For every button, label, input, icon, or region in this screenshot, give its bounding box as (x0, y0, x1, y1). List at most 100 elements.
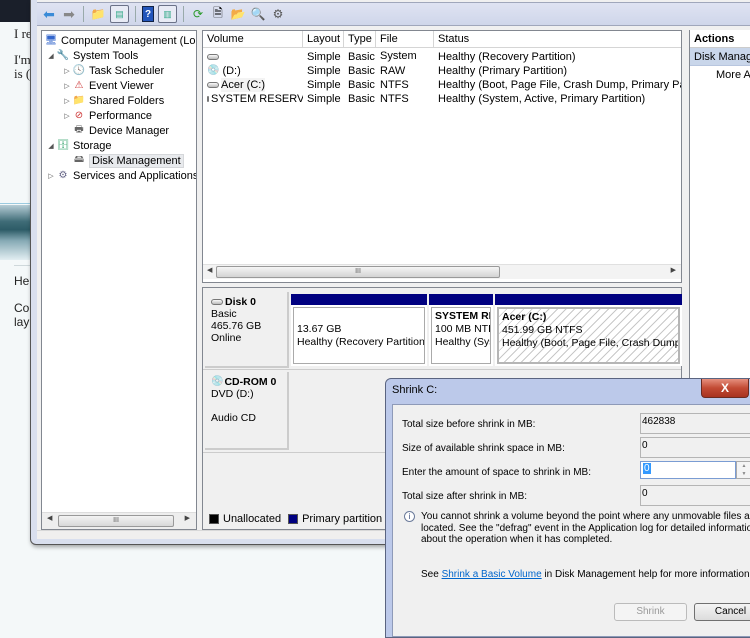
expand-icon[interactable]: ▷ (62, 67, 72, 75)
volume-list-horizontal-scrollbar[interactable]: ◀ III ▶ (203, 264, 681, 279)
tree-item-label: Computer Management (Local (61, 34, 197, 47)
disk-management-icon: 🖴 (73, 154, 85, 165)
help-suffix: in Disk Management help for more informa… (541, 569, 750, 580)
show-hide-action-pane-icon[interactable]: ▥ (158, 5, 177, 23)
back-arrow-icon[interactable]: ⬅ (41, 6, 57, 22)
settings-icon[interactable]: ⚙ (270, 6, 286, 22)
volume-status: Healthy (Recovery Partition) (438, 51, 576, 63)
services-icon: ⚙ (58, 170, 68, 181)
expand-icon[interactable]: ▷ (62, 97, 72, 105)
volume-file-system (376, 50, 434, 64)
volume-disk-icon (207, 96, 209, 102)
tree-item-task-scheduler[interactable]: ▷ 🕓 Task Scheduler (62, 63, 164, 78)
collapse-icon[interactable]: ◢ (46, 142, 56, 150)
forward-arrow-icon[interactable]: ➡ (61, 6, 77, 22)
disk-name: Disk 0 (225, 296, 256, 308)
partition-size: 100 MB NTF (435, 323, 491, 335)
spin-down-icon[interactable]: ▼ (737, 470, 750, 478)
table-row[interactable]: SYSTEM RESERVED Simple Basic NTFS Health… (203, 92, 681, 106)
partition-status: Healthy (Recovery Partition) (297, 336, 425, 348)
toolbar: ⬅ ➡ 📁 ▤ ? ▥ ⟳ 🗎 📂 🔍 ⚙ (37, 2, 750, 26)
scroll-right-icon[interactable]: ▶ (671, 266, 676, 274)
tree-item-disk-management[interactable]: 🖴 Disk Management (72, 153, 184, 168)
disk-0-label[interactable]: Disk 0 Basic 465.76 GB Online (205, 292, 289, 368)
tree-item-label: Shared Folders (89, 94, 165, 107)
partition-acer-c[interactable]: Acer (C:) 451.99 GB NTFS Healthy (Boot, … (495, 294, 682, 366)
tree-horizontal-scrollbar[interactable]: ◀ III ▶ (42, 512, 196, 529)
tree-item-label: Task Scheduler (89, 64, 165, 77)
volume-file-system: RAW (380, 65, 406, 77)
open-folder-icon[interactable]: 📂 (230, 6, 246, 22)
scroll-right-icon[interactable]: ▶ (185, 514, 190, 522)
scrollbar-thumb[interactable]: III (58, 515, 174, 527)
tree-item-event-viewer[interactable]: ▷ ⚠ Event Viewer (62, 78, 153, 93)
expand-icon[interactable]: ▷ (62, 112, 72, 120)
show-hide-tree-icon[interactable]: ▤ (110, 5, 129, 23)
shrink-button[interactable]: Shrink (614, 603, 687, 621)
info-icon: i (404, 511, 415, 522)
expand-icon[interactable]: ▷ (46, 172, 56, 180)
scroll-left-icon[interactable]: ◀ (207, 266, 212, 274)
partition-recovery[interactable]: 13.67 GB Healthy (Recovery Partition) (291, 294, 427, 366)
dialog-body: Total size before shrink in MB: 462838 S… (392, 404, 750, 637)
tree-item-device-manager[interactable]: 🖶 Device Manager (72, 123, 169, 138)
tree-item-system-tools[interactable]: ◢ 🔧 System Tools (46, 48, 138, 63)
tree-item-performance[interactable]: ▷ ⊘ Performance (62, 108, 152, 123)
cancel-button[interactable]: Cancel (694, 603, 750, 621)
volume-list: Volume Layout Type File System Status Si… (202, 30, 682, 283)
help-icon[interactable]: ? (142, 6, 154, 22)
actions-section-disk-management[interactable]: Disk Managem (690, 48, 750, 66)
more-actions-link[interactable]: More Acti (690, 66, 750, 84)
shrink-basic-volume-link[interactable]: Shrink a Basic Volume (442, 569, 542, 580)
tree-item-shared-folders[interactable]: ▷ 📁 Shared Folders (62, 93, 164, 108)
collapse-icon[interactable]: ◢ (46, 52, 56, 60)
actions-header: Actions (690, 30, 750, 48)
dialog-title: Shrink C: (392, 384, 438, 396)
background-text: lay (14, 315, 30, 329)
volume-file-system: NTFS (380, 93, 409, 105)
properties-icon[interactable]: 🗎 (210, 6, 226, 22)
partition-status: Healthy (Boot, Page File, Crash Dump, Pr (502, 337, 680, 349)
partition-size: 451.99 GB NTFS (502, 324, 583, 336)
table-row[interactable]: Simple Basic Healthy (Recovery Partition… (203, 50, 681, 64)
tree-item-label: Performance (89, 109, 152, 122)
column-header-type[interactable]: Type (344, 31, 376, 47)
tree-item-label: Storage (73, 139, 112, 152)
volume-disk-icon (207, 54, 219, 60)
tree-item-services-and-applications[interactable]: ▷ ⚙ Services and Applications (46, 168, 197, 183)
close-button[interactable]: X (701, 379, 749, 398)
task-scheduler-icon: 🕓 (72, 65, 86, 76)
column-header-status[interactable]: Status (434, 31, 681, 47)
partition-bar (291, 294, 427, 305)
partition-bar (495, 294, 682, 305)
tree-item-computer-management[interactable]: 🖥 Computer Management (Local (44, 33, 197, 48)
expand-icon[interactable]: ▷ (62, 82, 72, 90)
background-text: Co (14, 301, 30, 315)
cd-rom-0-label[interactable]: 💿 CD-ROM 0 DVD (D:) Audio CD (205, 372, 289, 450)
tree-item-storage[interactable]: ◢ 🗄 Storage (46, 138, 112, 153)
shrink-amount-spinner[interactable]: ▲ ▼ (736, 461, 750, 479)
column-header-volume[interactable]: Volume (203, 31, 303, 47)
spin-up-icon[interactable]: ▲ (737, 462, 750, 470)
column-header-file-system[interactable]: File System (376, 31, 434, 62)
total-size-after-label: Total size after shrink in MB: (402, 491, 528, 502)
partition-system-reserved[interactable]: SYSTEM RES 100 MB NTF Healthy (Sys (429, 294, 493, 366)
help-prefix: See (421, 569, 442, 580)
up-folder-icon[interactable]: 📁 (90, 6, 106, 22)
scrollbar-thumb[interactable]: III (216, 266, 500, 278)
partition-size: 13.67 GB (297, 323, 342, 335)
table-row[interactable]: Acer (C:) Simple Basic NTFS Healthy (Boo… (203, 78, 681, 92)
shrink-dialog: Shrink C: X Total size before shrink in … (385, 378, 750, 638)
table-row[interactable]: 💿 (D:) Simple Basic RAW Healthy (Primary … (203, 64, 681, 78)
cd-drive-icon: 💿 (211, 376, 224, 387)
search-icon[interactable]: 🔍 (250, 6, 266, 22)
disk-type: DVD (D:) (211, 388, 254, 400)
disk-size (211, 400, 281, 412)
refresh-icon[interactable]: ⟳ (190, 6, 206, 22)
partition-body-selected: Acer (C:) 451.99 GB NTFS Healthy (Boot, … (497, 307, 680, 364)
column-header-layout[interactable]: Layout (303, 31, 344, 47)
volume-type: Basic (348, 93, 375, 105)
tree-item-label: Services and Applications (73, 169, 197, 182)
shrink-amount-input[interactable]: 0 (640, 461, 736, 479)
scroll-left-icon[interactable]: ◀ (47, 514, 52, 522)
